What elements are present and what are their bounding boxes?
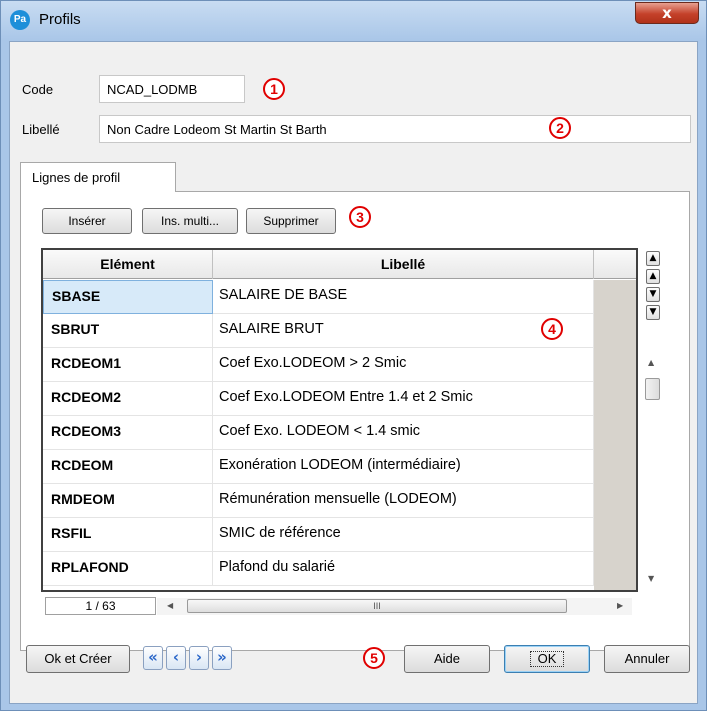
- cell-libelle[interactable]: Coef Exo.LODEOM Entre 1.4 et 2 Smic: [213, 382, 594, 416]
- cell-element[interactable]: RMDEOM: [43, 484, 213, 518]
- cell-libelle[interactable]: Rémunération mensuelle (LODEOM): [213, 484, 594, 518]
- move-top-button[interactable]: ▲: [646, 251, 660, 266]
- cell-element[interactable]: RSFIL: [43, 518, 213, 552]
- close-button[interactable]: x: [635, 2, 699, 24]
- cell-element[interactable]: RCDEOM: [43, 450, 213, 484]
- cell-libelle[interactable]: Coef Exo. LODEOM < 1.4 smic: [213, 416, 594, 450]
- profile-lines-grid[interactable]: Elément Libellé SBASE SALAIRE DE BASE SB…: [41, 248, 638, 592]
- table-row[interactable]: SBASE SALAIRE DE BASE: [43, 280, 636, 314]
- last-record-icon[interactable]: »: [212, 646, 232, 670]
- ins-multi-button[interactable]: Ins. multi...: [142, 208, 238, 234]
- ok-button[interactable]: OK: [504, 645, 590, 673]
- column-header-element[interactable]: Elément: [43, 250, 213, 279]
- record-counter: 1 / 63: [45, 597, 156, 615]
- inserer-button[interactable]: Insérer: [42, 208, 132, 234]
- tab-lignes-de-profil[interactable]: Lignes de profil: [20, 162, 176, 192]
- cell-element[interactable]: RCDEOM2: [43, 382, 213, 416]
- table-row[interactable]: RCDEOM3 Coef Exo. LODEOM < 1.4 smic: [43, 416, 636, 450]
- cell-element[interactable]: RCDEOM3: [43, 416, 213, 450]
- vertical-scrollbar[interactable]: ▲ ▼: [643, 350, 661, 590]
- scroll-right-arrow-icon[interactable]: ▶: [617, 601, 623, 610]
- annotation-1: 1: [263, 78, 285, 100]
- horizontal-scrollbar[interactable]: ◀ III ▶: [157, 598, 632, 615]
- window-title: Profils: [39, 11, 81, 28]
- table-row[interactable]: RMDEOM Rémunération mensuelle (LODEOM): [43, 484, 636, 518]
- libelle-label: Libellé: [22, 122, 60, 137]
- ok-button-label: OK: [529, 651, 565, 667]
- next-record-icon[interactable]: ›: [189, 646, 209, 670]
- first-record-icon[interactable]: «: [143, 646, 163, 670]
- move-bottom-button[interactable]: ▼: [646, 305, 660, 320]
- table-row[interactable]: RSFIL SMIC de référence: [43, 518, 636, 552]
- supprimer-button[interactable]: Supprimer: [246, 208, 336, 234]
- cell-libelle[interactable]: Coef Exo.LODEOM > 2 Smic: [213, 348, 594, 382]
- cell-libelle[interactable]: Exonération LODEOM (intermédiaire): [213, 450, 594, 484]
- vertical-scroll-thumb[interactable]: [645, 378, 660, 400]
- horizontal-scroll-thumb[interactable]: III: [187, 599, 567, 613]
- cell-element[interactable]: RPLAFOND: [43, 552, 213, 586]
- annotation-2: 2: [549, 117, 571, 139]
- cell-libelle[interactable]: SALAIRE DE BASE: [213, 280, 594, 314]
- table-row[interactable]: RPLAFOND Plafond du salarié: [43, 552, 636, 586]
- cell-libelle[interactable]: Plafond du salarié: [213, 552, 594, 586]
- move-up-button[interactable]: ▲: [646, 269, 660, 284]
- table-row[interactable]: RCDEOM1 Coef Exo.LODEOM > 2 Smic: [43, 348, 636, 382]
- code-label: Code: [22, 82, 54, 97]
- cell-element[interactable]: SBRUT: [43, 314, 213, 348]
- grid-header: Elément Libellé: [43, 250, 636, 279]
- dialog-body: Code NCAD_LODMB 1 Libellé Non Cadre Lode…: [9, 41, 698, 704]
- annuler-button[interactable]: Annuler: [604, 645, 690, 673]
- title-bar[interactable]: Pa Profils x: [1, 1, 706, 41]
- scroll-left-arrow-icon[interactable]: ◀: [167, 601, 173, 610]
- table-row[interactable]: RCDEOM Exonération LODEOM (intermédiaire…: [43, 450, 636, 484]
- libelle-field[interactable]: Non Cadre Lodeom St Martin St Barth: [99, 115, 691, 143]
- previous-record-icon[interactable]: ‹: [166, 646, 186, 670]
- annotation-4: 4: [541, 318, 563, 340]
- cell-element[interactable]: RCDEOM1: [43, 348, 213, 382]
- column-header-libelle[interactable]: Libellé: [213, 250, 594, 279]
- scroll-up-arrow-icon[interactable]: ▲: [648, 358, 654, 367]
- annotation-3: 3: [349, 206, 371, 228]
- cell-element[interactable]: SBASE: [43, 280, 213, 314]
- scroll-down-arrow-icon[interactable]: ▼: [648, 574, 654, 583]
- profils-window: Pa Profils x Code NCAD_LODMB 1 Libellé N…: [0, 0, 707, 711]
- annotation-5: 5: [363, 647, 385, 669]
- ok-et-creer-button[interactable]: Ok et Créer: [26, 645, 130, 673]
- code-field[interactable]: NCAD_LODMB: [99, 75, 245, 103]
- cell-libelle[interactable]: SMIC de référence: [213, 518, 594, 552]
- table-row[interactable]: RCDEOM2 Coef Exo.LODEOM Entre 1.4 et 2 S…: [43, 382, 636, 416]
- cell-libelle[interactable]: SALAIRE BRUT: [213, 314, 594, 348]
- move-down-button[interactable]: ▼: [646, 287, 660, 302]
- app-logo-icon: Pa: [10, 10, 30, 30]
- aide-button[interactable]: Aide: [404, 645, 490, 673]
